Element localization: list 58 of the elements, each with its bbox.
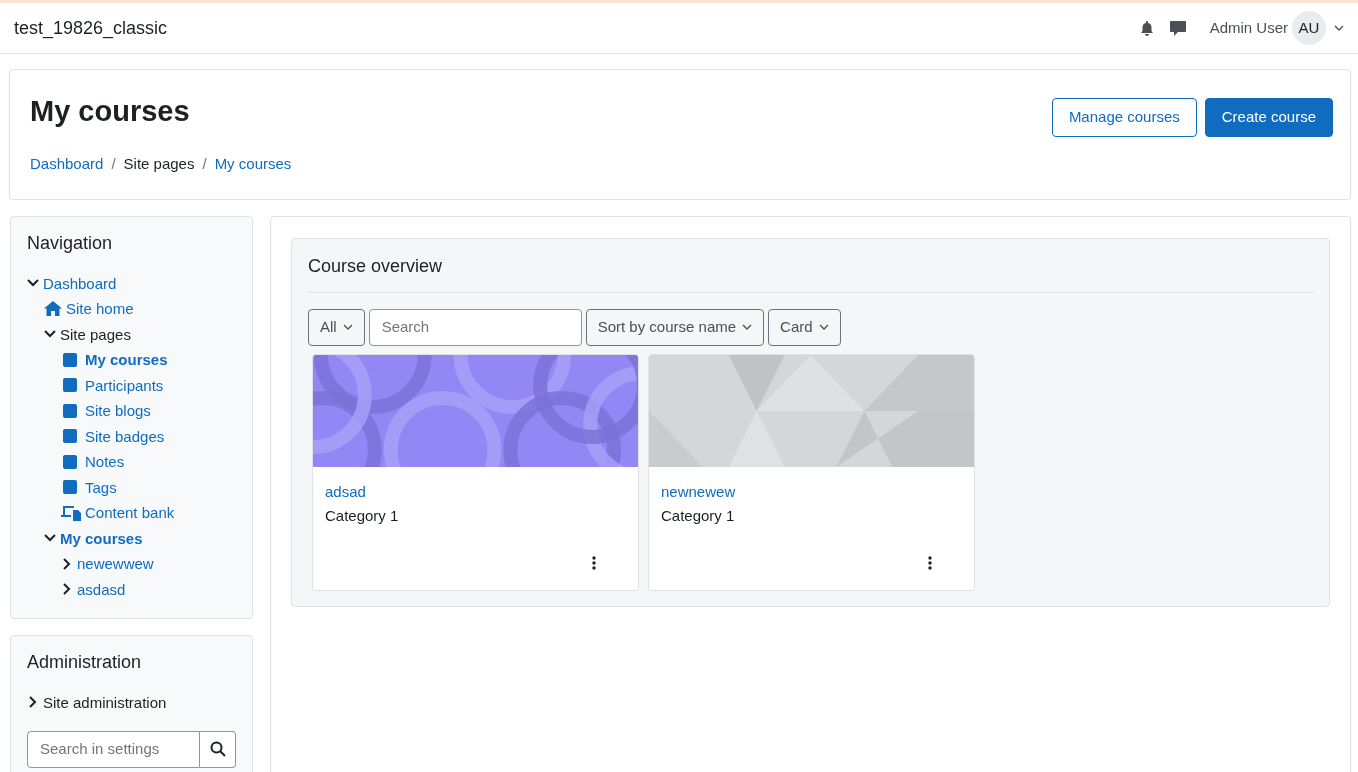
- tree-link[interactable]: My courses: [85, 347, 168, 373]
- course-category: Category 1: [325, 506, 399, 526]
- caret-icon: [742, 324, 753, 331]
- breadcrumb-link[interactable]: My courses: [214, 152, 292, 175]
- chat-icon[interactable]: [1169, 20, 1186, 36]
- square-icon: [63, 403, 77, 418]
- tree-link[interactable]: asdasd: [77, 576, 126, 603]
- course-name-link[interactable]: adsad: [325, 480, 366, 503]
- user-avatar[interactable]: AU: [1292, 11, 1326, 45]
- filter-dropdown[interactable]: Card: [768, 309, 841, 346]
- caret-icon[interactable]: [1334, 25, 1344, 31]
- site-name[interactable]: test_19826_classic: [14, 14, 168, 42]
- block-title: Navigation: [27, 233, 114, 255]
- page-title: My courses: [30, 94, 190, 129]
- tree-link[interactable]: Dashboard: [43, 270, 117, 297]
- more-options-icon[interactable]: [592, 555, 596, 570]
- breadcrumb-separator: /: [202, 153, 207, 174]
- tree-link[interactable]: Site badges: [85, 423, 165, 450]
- tree-label[interactable]: Site pages: [60, 321, 131, 348]
- square-icon: [63, 352, 77, 367]
- chevron-right-icon[interactable]: [61, 583, 73, 596]
- block-title: Course overview: [308, 253, 1314, 293]
- chevron-right-icon[interactable]: [61, 557, 73, 570]
- filter-dropdown[interactable]: Sort by course name: [585, 309, 765, 346]
- square-icon: [63, 378, 77, 393]
- tree-link[interactable]: Site blogs: [85, 398, 151, 424]
- home-icon: [44, 301, 62, 317]
- user-name[interactable]: Admin User: [1209, 16, 1288, 40]
- filter-dropdown[interactable]: All: [308, 309, 365, 346]
- settings-search-field[interactable]: Search in settings: [27, 731, 200, 768]
- square-icon: [63, 480, 77, 495]
- course-name-link[interactable]: newnewew: [661, 480, 736, 503]
- tree-link[interactable]: Content bank: [85, 500, 175, 526]
- square-icon: [63, 429, 77, 444]
- tree-label[interactable]: Site administration: [43, 689, 167, 716]
- search-button[interactable]: [200, 731, 236, 768]
- chevron-right-icon[interactable]: [27, 696, 39, 709]
- course-search-field[interactable]: Search: [368, 309, 582, 346]
- tree-link[interactable]: Site home: [66, 296, 134, 322]
- caret-icon: [818, 324, 829, 331]
- square-icon: [63, 454, 77, 469]
- block-title: Administration: [27, 652, 143, 674]
- tree-link[interactable]: Tags: [85, 474, 117, 501]
- caret-icon: [342, 324, 353, 331]
- bell-icon[interactable]: [1139, 20, 1154, 36]
- breadcrumb-separator: /: [111, 153, 116, 174]
- manage-button[interactable]: Manage courses: [1051, 98, 1197, 137]
- course-category: Category 1: [661, 506, 735, 526]
- tree-link[interactable]: My courses: [60, 525, 143, 552]
- tree-link[interactable]: Participants: [85, 372, 164, 399]
- devices-icon: [61, 504, 81, 521]
- tree-link[interactable]: newewwew: [77, 551, 154, 577]
- more-options-icon[interactable]: [928, 555, 932, 570]
- search-icon: [209, 741, 226, 758]
- breadcrumb-text: Site pages: [123, 153, 195, 174]
- tree-link[interactable]: Notes: [85, 449, 125, 475]
- create-button[interactable]: Create course: [1204, 98, 1333, 137]
- breadcrumb-link[interactable]: Dashboard: [30, 152, 104, 175]
